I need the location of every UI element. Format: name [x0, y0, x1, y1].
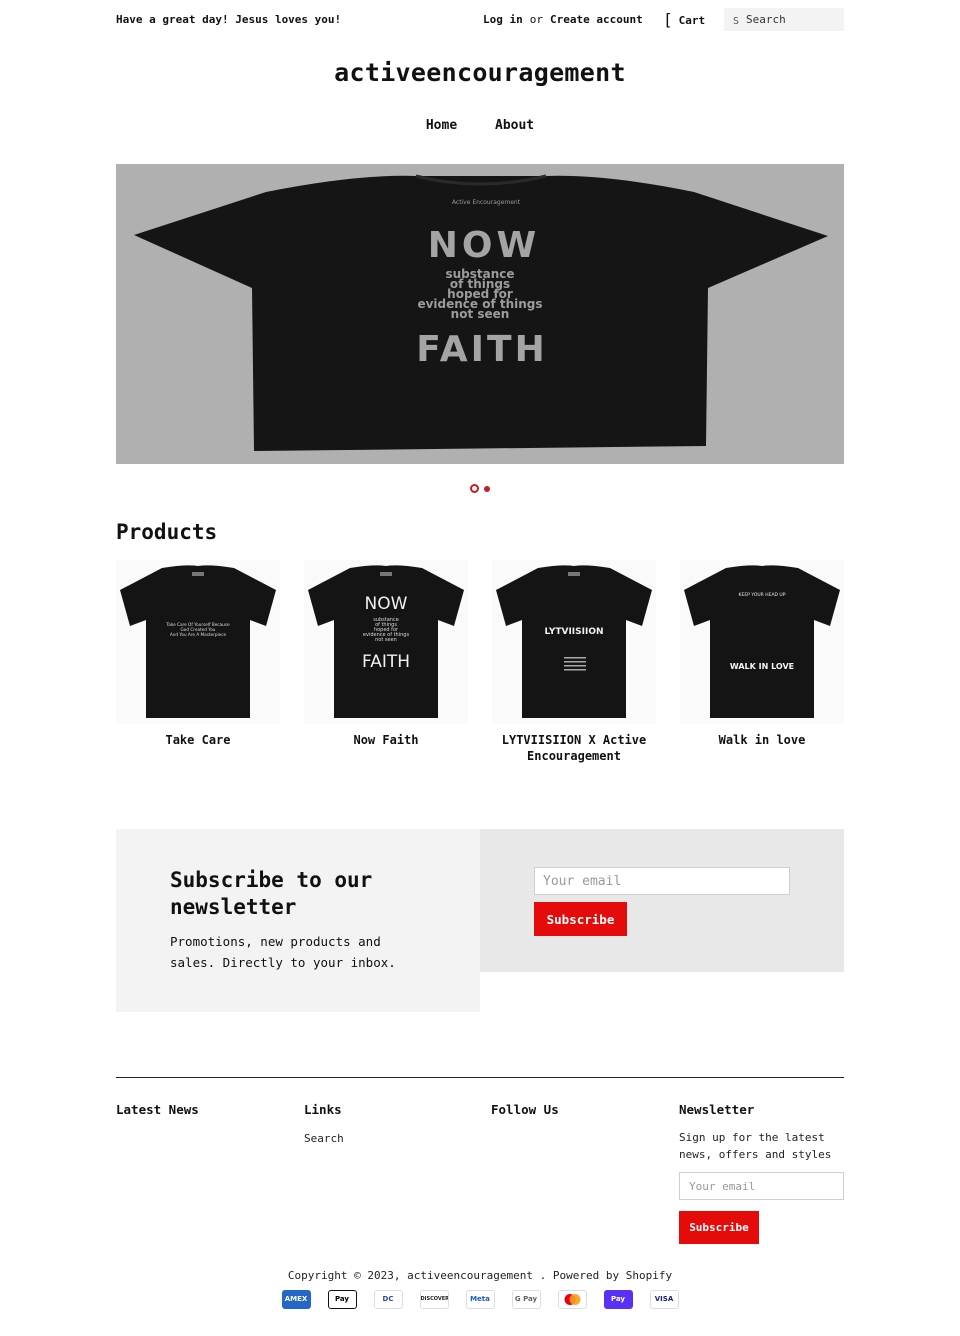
footer-link-search[interactable]: Search [304, 1130, 474, 1147]
product-name[interactable]: Take Care [116, 732, 280, 748]
newsletter-description: Promotions, new products and sales. Dire… [170, 934, 396, 970]
footer-newsletter: Newsletter Sign up for the latest news, … [679, 1102, 849, 1244]
visa-icon: VISA [649, 1290, 679, 1309]
shop-pay-icon: Pay [603, 1290, 633, 1309]
copyright-prefix: Copyright © 2023, [287, 1269, 401, 1282]
product-print-line: NOW [365, 594, 408, 614]
copyright: Copyright © 2023, activeencouragement . … [0, 1269, 960, 1282]
hero-print-line: FAITH [416, 329, 547, 370]
nav-item-about[interactable]: About [495, 118, 534, 133]
amex-icon: AMEX [281, 1290, 311, 1309]
newsletter-intro: Subscribe to our newsletter Promotions, … [116, 829, 480, 1012]
newsletter-heading: Subscribe to our newsletter [170, 868, 373, 919]
site-title[interactable]: activeencouragement [0, 58, 960, 87]
product-print-line: FAITH [362, 652, 410, 672]
footer-heading: Links [304, 1102, 342, 1117]
tshirt-image: KEEP YOUR HEAD UP WALK IN LOVE [684, 565, 840, 718]
product-name[interactable]: Now Faith [304, 732, 468, 748]
mastercard-icon [557, 1290, 587, 1309]
hero-tshirt-image: Active Encouragement NOW substance of th… [134, 174, 828, 452]
product-card-lytviisiion[interactable]: LYTVIISIION LYTVIISIION X Active Encoura… [492, 560, 656, 764]
announcement-text: Have a great day! Jesus loves you! [116, 13, 342, 26]
tshirt-image: NOW substance of things hoped for eviden… [308, 565, 464, 718]
footer-follow-us: Follow Us [491, 1102, 661, 1117]
product-print-line: not seen [375, 637, 397, 643]
discover-icon: DISCOVER [419, 1290, 449, 1309]
hero-print-line: NOW [428, 225, 540, 266]
product-image: Take Care Of Yourself Because God Create… [116, 560, 280, 724]
copyright-store-link[interactable]: activeencouragement [407, 1269, 533, 1282]
newsletter-subscribe-button[interactable]: Subscribe [534, 902, 627, 936]
product-print-line: WALK IN LOVE [730, 662, 794, 671]
meta-pay-icon: Meta [465, 1290, 495, 1309]
product-print-line: LYTVIISIION [544, 627, 603, 637]
footer-subscribe-button[interactable]: Subscribe [679, 1211, 759, 1244]
product-card-take-care[interactable]: Take Care Of Yourself Because God Create… [116, 560, 280, 748]
newsletter-email-input[interactable] [534, 867, 790, 895]
diners-club-icon: DC [373, 1290, 403, 1309]
products-heading: Products [116, 520, 218, 544]
product-print-line: And You Are A Masterpiece [170, 632, 227, 637]
slide-dot-2[interactable] [484, 485, 490, 492]
slideshow-dots [0, 478, 960, 493]
product-name[interactable]: LYTVIISIION X Active Encouragement [492, 732, 656, 764]
hero-collar-label: Active Encouragement [452, 199, 521, 206]
footer-email-input[interactable] [679, 1172, 844, 1200]
footer-links: Links Search [304, 1102, 474, 1147]
payment-icons: AMEX Pay DC DISCOVER Meta G Pay Pay VISA [0, 1290, 960, 1309]
top-bar: Have a great day! Jesus loves you! Log i… [116, 8, 844, 32]
apple-pay-icon: Pay [327, 1290, 357, 1309]
tshirt-image: LYTVIISIION [496, 565, 652, 718]
hero-slide[interactable]: Active Encouragement NOW substance of th… [116, 164, 844, 464]
footer-heading: Follow Us [491, 1102, 559, 1117]
search-input[interactable] [746, 10, 840, 29]
product-card-now-faith[interactable]: NOW substance of things hoped for eviden… [304, 560, 468, 748]
login-link[interactable]: Log in [483, 13, 523, 26]
footer-newsletter-text: Sign up for the latest news, offers and … [679, 1131, 832, 1161]
search-icon[interactable]: S [733, 16, 739, 27]
product-card-walk-in-love[interactable]: KEEP YOUR HEAD UP WALK IN LOVE Walk in l… [680, 560, 844, 748]
google-pay-icon: G Pay [511, 1290, 541, 1309]
product-name[interactable]: Walk in love [680, 732, 844, 748]
slide-dot-1[interactable] [470, 484, 479, 493]
footer-heading: Latest News [116, 1102, 199, 1117]
create-account-link[interactable]: Create account [550, 13, 643, 26]
nav-item-home[interactable]: Home [426, 118, 457, 133]
tshirt-image: Take Care Of Yourself Because God Create… [120, 565, 276, 718]
newsletter-form: Subscribe [480, 829, 844, 972]
hero-print-line: not seen [451, 307, 510, 321]
or-text: or [529, 13, 543, 26]
product-image: LYTVIISIION [492, 560, 656, 724]
cart-icon: [ [663, 10, 673, 29]
account-links: Log in or Create account [483, 13, 643, 26]
product-print-line: KEEP YOUR HEAD UP [739, 592, 786, 598]
cart-label: Cart [678, 14, 706, 27]
cart-link[interactable]: [ Cart [663, 10, 705, 29]
product-image: NOW substance of things hoped for eviden… [304, 560, 468, 724]
main-nav: Home About [0, 118, 960, 133]
footer-latest-news: Latest News [116, 1102, 286, 1117]
search-form: S [724, 8, 844, 31]
footer-heading: Newsletter [679, 1102, 755, 1117]
product-image: KEEP YOUR HEAD UP WALK IN LOVE [680, 560, 844, 724]
copyright-powered: . Powered by Shopify [539, 1269, 673, 1282]
footer-divider [116, 1077, 844, 1078]
